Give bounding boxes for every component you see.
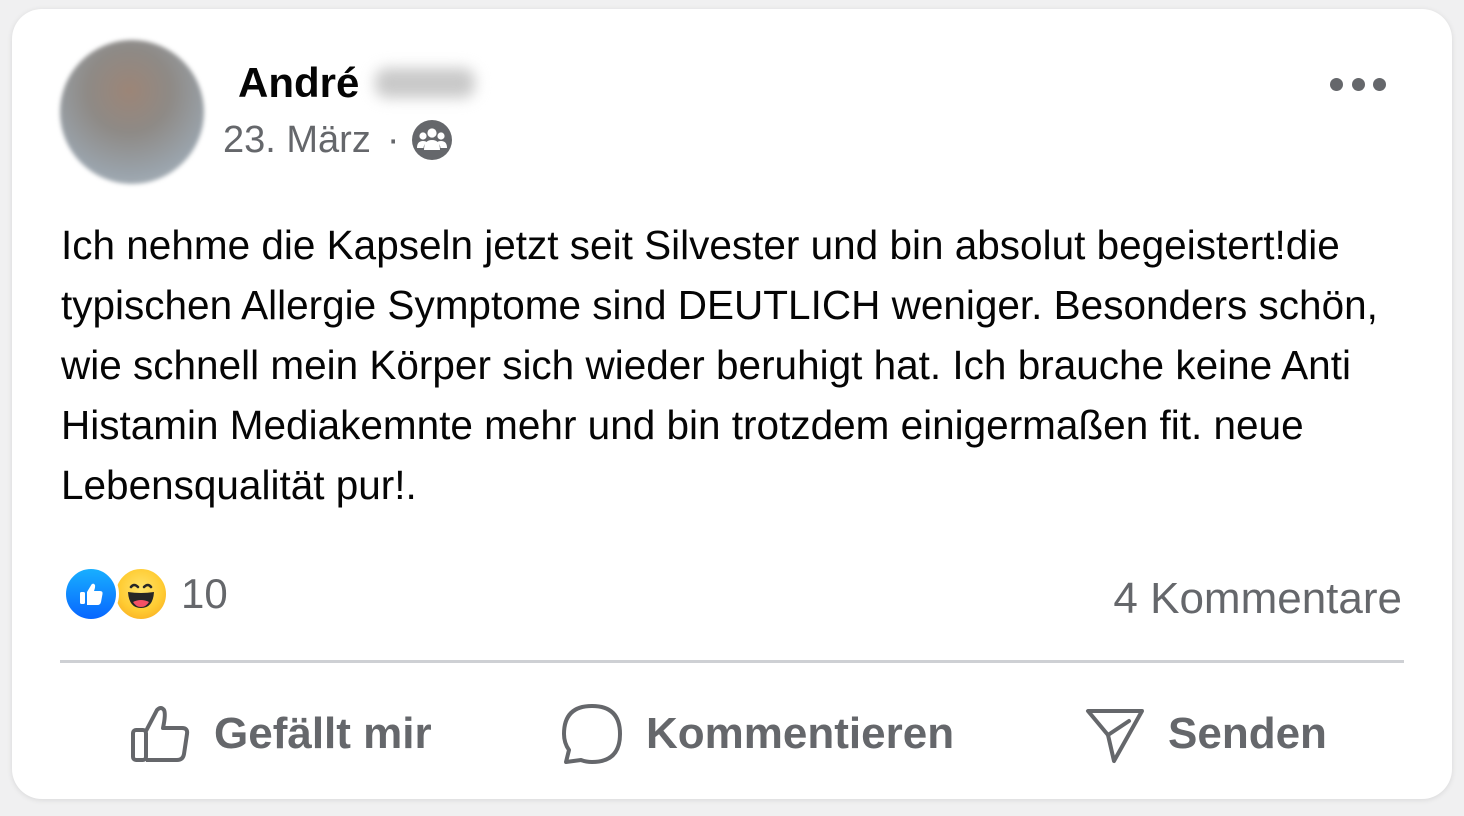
like-label: Gefällt mir — [214, 709, 432, 758]
post-card: André 23. März · Ich nehme die Kapseln j… — [12, 9, 1452, 799]
thumbs-up-icon — [131, 706, 190, 762]
like-button[interactable]: Gefällt mir — [130, 699, 432, 769]
send-icon — [1086, 709, 1144, 763]
divider — [60, 660, 1404, 663]
post-meta: 23. März · — [223, 117, 453, 163]
haha-reaction-icon — [113, 566, 169, 622]
more-options-icon[interactable] — [1330, 69, 1386, 99]
comment-bubble-icon — [562, 704, 622, 764]
more-dot — [1330, 77, 1343, 91]
comments-count-link[interactable]: 4 Kommentare — [1113, 574, 1402, 624]
friends-audience-icon[interactable] — [411, 119, 453, 161]
post-text: Ich nehme die Kapseln jetzt seit Silvest… — [61, 222, 1378, 508]
author-name[interactable]: André — [238, 59, 476, 107]
more-dot — [1373, 77, 1386, 91]
comment-label: Kommentieren — [646, 709, 955, 758]
send-button[interactable]: Senden — [1084, 699, 1327, 769]
blurred-surname — [375, 68, 476, 98]
send-label: Senden — [1168, 709, 1327, 758]
comment-button[interactable]: Kommentieren — [560, 699, 954, 769]
author-first-name[interactable]: André — [238, 59, 359, 107]
avatar[interactable] — [60, 40, 204, 184]
more-dot — [1351, 77, 1365, 91]
like-reaction-icon — [63, 566, 119, 622]
post-date[interactable]: 23. März — [223, 117, 371, 163]
reaction-count: 10 — [181, 570, 228, 617]
reactions-summary[interactable]: 10 — [63, 566, 228, 622]
meta-separator: · — [386, 119, 400, 161]
